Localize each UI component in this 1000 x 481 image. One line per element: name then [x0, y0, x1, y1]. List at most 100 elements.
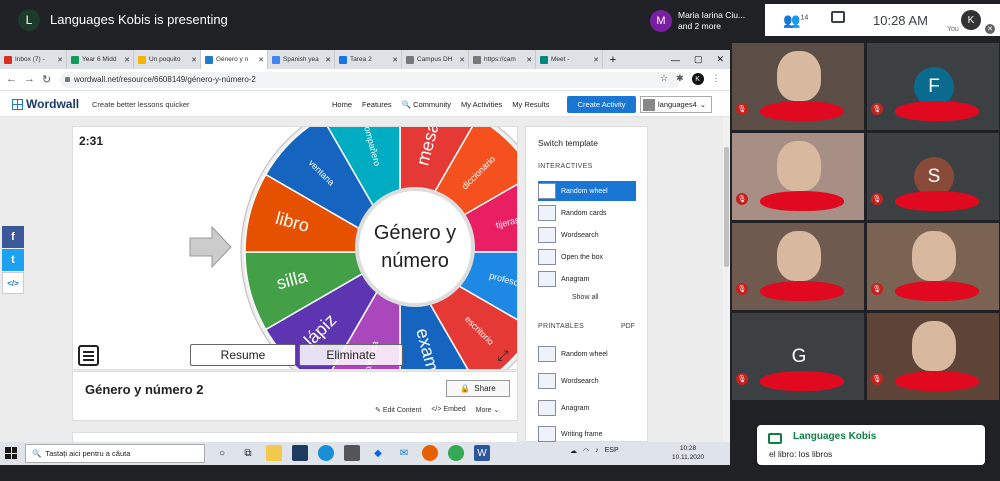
- menu-dots-icon[interactable]: ⋮: [712, 73, 721, 85]
- redaction-blob: [895, 371, 979, 391]
- nav-home[interactable]: Home: [332, 100, 352, 109]
- user-dropdown[interactable]: languages4 ⌄: [640, 96, 712, 113]
- tab-6[interactable]: Campus DH ✕: [402, 50, 469, 69]
- participant-tile[interactable]: 🎙: [732, 43, 864, 130]
- tab-close-icon[interactable]: ✕: [392, 56, 398, 64]
- chrome-icon[interactable]: [448, 445, 464, 461]
- fullscreen-icon[interactable]: ⤢: [493, 345, 513, 365]
- more-link[interactable]: More ⌄: [476, 406, 500, 414]
- resume-button[interactable]: Resume: [190, 344, 296, 366]
- participant-tile[interactable]: 🎙: [732, 133, 864, 220]
- tab-1[interactable]: Year 6 Midd ✕: [67, 50, 134, 69]
- random-wheel[interactable]: mesa diccionario tijeras profesora escritori…: [240, 127, 517, 369]
- extensions-icon[interactable]: ✱: [676, 73, 684, 85]
- new-tab-button[interactable]: +: [603, 50, 623, 69]
- cortana-icon[interactable]: ○: [214, 445, 230, 461]
- participant-tile[interactable]: G 🎙: [732, 313, 864, 400]
- chat-notification[interactable]: Languages Kobis el libro: los libros: [757, 425, 985, 465]
- participant-tile[interactable]: 🎙: [867, 313, 999, 400]
- firefox-icon[interactable]: [422, 445, 438, 461]
- edit-content-link[interactable]: ✎ Edit Content: [375, 406, 421, 414]
- word-icon[interactable]: W: [474, 445, 490, 461]
- tab-favicon-icon: [71, 55, 79, 64]
- printable-wordsearch[interactable]: Wordsearch: [538, 371, 636, 391]
- eliminate-button[interactable]: Eliminate: [299, 344, 403, 366]
- redaction-blob: [760, 281, 844, 301]
- reload-icon[interactable]: ↻: [42, 73, 51, 86]
- participant-tile[interactable]: F 🎙: [867, 43, 999, 130]
- tab-close-icon[interactable]: ✕: [57, 56, 63, 64]
- maximize-button[interactable]: ▢: [694, 54, 703, 65]
- tab-close-icon[interactable]: ✕: [325, 56, 331, 64]
- star-icon[interactable]: ☆: [660, 73, 668, 85]
- store-icon[interactable]: [344, 445, 360, 461]
- mic-muted-icon: 🎙: [736, 283, 748, 295]
- profile-icon[interactable]: K: [691, 73, 704, 85]
- template-random-wheel[interactable]: Random wheel: [538, 181, 636, 201]
- participant-tile[interactable]: 🎙: [732, 223, 864, 310]
- tab-close-icon[interactable]: ✕: [459, 56, 465, 64]
- close-icon[interactable]: ✕: [985, 24, 995, 34]
- taskbar-clock[interactable]: 10:28 10.11.2020: [672, 444, 704, 462]
- tab-close-icon[interactable]: ✕: [526, 56, 532, 64]
- activity-title: Género y número 2: [85, 382, 204, 397]
- nav-my-results[interactable]: My Results: [512, 100, 549, 109]
- participant-tile[interactable]: S 🎙: [867, 133, 999, 220]
- tab-close-icon[interactable]: ✕: [593, 56, 599, 64]
- taskbar-search[interactable]: 🔍 Tastați aici pentru a căuta: [25, 444, 205, 463]
- file-explorer-icon[interactable]: [266, 445, 282, 461]
- participant-tile[interactable]: 🎙: [867, 223, 999, 310]
- volume-icon[interactable]: ♪: [595, 447, 599, 455]
- tab-5[interactable]: Tarea 2 ✕: [335, 50, 402, 69]
- chat-icon[interactable]: [831, 11, 845, 23]
- tab-close-icon[interactable]: ✕: [191, 56, 197, 64]
- people-card[interactable]: M Maria Iarina Ciu... and 2 more: [650, 6, 765, 36]
- tab-8[interactable]: Meet - ✕: [536, 50, 603, 69]
- template-open-the-box[interactable]: Open the box: [538, 247, 636, 267]
- tab-0[interactable]: Inbox (7) - ✕: [0, 50, 67, 69]
- embed-link[interactable]: </> Embed: [431, 406, 465, 414]
- show-all-link[interactable]: Show all: [572, 294, 598, 301]
- dropbox-icon[interactable]: ◆: [370, 445, 386, 461]
- task-view-icon[interactable]: ⧉: [240, 445, 256, 461]
- facebook-icon[interactable]: f: [2, 226, 24, 248]
- mail-icon[interactable]: ✉: [396, 445, 412, 461]
- forward-icon[interactable]: →: [24, 73, 35, 85]
- create-activity-button[interactable]: Create Activity: [567, 96, 636, 113]
- people-icon[interactable]: 👥14: [783, 12, 808, 29]
- windows-start-icon[interactable]: [5, 447, 17, 459]
- printable-random-wheel[interactable]: Random wheel: [538, 344, 636, 364]
- template-wordsearch[interactable]: Wordsearch: [538, 225, 636, 245]
- page-scrollbar[interactable]: [723, 117, 730, 442]
- url-input[interactable]: wordwall.net/resource/6608149/género-y-n…: [60, 72, 680, 88]
- redaction-blob: [895, 281, 979, 301]
- share-button[interactable]: 🔒 Share: [446, 380, 510, 397]
- minimize-button[interactable]: —: [671, 55, 680, 65]
- tab-7[interactable]: https://cam ✕: [469, 50, 536, 69]
- language-indicator[interactable]: ESP: [605, 447, 619, 455]
- tray-icon[interactable]: ☁: [570, 447, 577, 455]
- back-icon[interactable]: ←: [6, 73, 17, 85]
- tab-close-icon[interactable]: ✕: [124, 56, 130, 64]
- tab-3[interactable]: Género y n ✕: [201, 50, 268, 69]
- printable-anagram[interactable]: Anagram: [538, 398, 636, 418]
- template-random-cards[interactable]: Random cards: [538, 203, 636, 223]
- tab-2[interactable]: Un poquito ✕: [134, 50, 201, 69]
- embed-icon[interactable]: </>: [2, 272, 24, 294]
- menu-icon[interactable]: [78, 345, 99, 366]
- wordwall-logo[interactable]: Wordwall: [12, 97, 79, 111]
- nav-features[interactable]: Features: [362, 100, 392, 109]
- app-icon[interactable]: [292, 445, 308, 461]
- printable-writing-frame[interactable]: Writing frame: [538, 424, 636, 444]
- tab-4[interactable]: Spanish yea ✕: [268, 50, 335, 69]
- template-anagram[interactable]: Anagram: [538, 269, 636, 289]
- nav-community[interactable]: 🔍 Community: [402, 100, 451, 109]
- edge-icon[interactable]: [318, 445, 334, 461]
- participant-video-face: [777, 231, 821, 281]
- twitter-icon[interactable]: t: [2, 249, 24, 271]
- close-window-button[interactable]: ✕: [716, 54, 724, 65]
- wifi-icon[interactable]: ◠: [583, 447, 589, 455]
- nav-my-activities[interactable]: My Activities: [461, 100, 502, 109]
- activity-info: Género y número 2 🔒 Share ✎ Edit Content…: [72, 371, 518, 421]
- tab-close-icon[interactable]: ✕: [258, 56, 264, 64]
